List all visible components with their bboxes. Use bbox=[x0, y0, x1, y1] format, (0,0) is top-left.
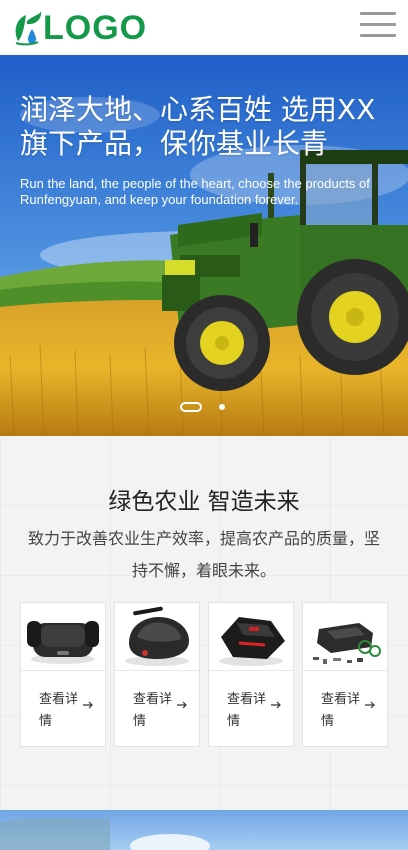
arrow-right-icon bbox=[271, 701, 281, 709]
product-image[interactable] bbox=[115, 603, 199, 671]
robot-mower-kit-image bbox=[313, 623, 381, 664]
arrow-right-icon bbox=[177, 701, 187, 709]
robot-mower-red-image bbox=[219, 617, 285, 666]
section-description: 致力于改善农业生产效率，提高农产品的质量，坚持不懈，着眼未来。 bbox=[28, 529, 381, 580]
product-card[interactable]: 查看详情 bbox=[114, 602, 200, 747]
hamburger-menu-icon[interactable] bbox=[360, 12, 396, 38]
banner-subtitle: Run the land, the people of the heart, c… bbox=[20, 176, 370, 207]
logo[interactable]: LOGO bbox=[12, 8, 147, 48]
menu-bar bbox=[360, 23, 396, 26]
product-card[interactable]: 查看详情 bbox=[208, 602, 294, 747]
view-details-link[interactable]: 查看详情 bbox=[321, 689, 361, 733]
menu-bar bbox=[360, 12, 396, 15]
view-details-link[interactable]: 查看详情 bbox=[39, 689, 79, 733]
carousel-dot-active[interactable] bbox=[180, 402, 202, 412]
view-details-link[interactable]: 查看详情 bbox=[227, 689, 267, 733]
product-image[interactable] bbox=[21, 603, 105, 671]
robot-mower-front-image bbox=[27, 621, 99, 664]
carousel-pagination bbox=[0, 401, 408, 413]
banner-title: 润泽大地、心系百姓 选用XX 旗下产品，保你基业长青 bbox=[20, 93, 400, 161]
menu-bar bbox=[360, 34, 396, 37]
intro-section: 绿色农业 智造未来 致力于改善农业生产效率，提高农产品的质量，坚持不懈，着眼未来… bbox=[0, 436, 408, 810]
landscape-image bbox=[0, 810, 408, 850]
section-title: 绿色农业 智造未来 bbox=[108, 489, 300, 515]
view-details-link[interactable]: 查看详情 bbox=[133, 689, 173, 733]
product-image[interactable] bbox=[209, 603, 293, 671]
leaf-drop-icon bbox=[15, 11, 42, 46]
product-card[interactable]: 查看详情 bbox=[20, 602, 106, 747]
banner-title-line2: 旗下产品，保你基业长青 bbox=[20, 127, 329, 160]
carousel-dot[interactable] bbox=[219, 404, 225, 410]
robot-mower-angle-image bbox=[125, 606, 189, 666]
arrow-right-icon bbox=[83, 701, 93, 709]
product-list: 查看详情 查看详情 查看详情 查看详情 bbox=[20, 602, 388, 747]
hero-banner[interactable]: 润泽大地、心系百姓 选用XX 旗下产品，保你基业长青 Run the land,… bbox=[0, 55, 408, 436]
site-header: LOGO bbox=[0, 0, 408, 55]
next-section-banner bbox=[0, 810, 408, 850]
arrow-right-icon bbox=[365, 701, 375, 709]
product-image[interactable] bbox=[303, 603, 387, 671]
banner-title-line1: 润泽大地、心系百姓 选用XX bbox=[20, 93, 376, 126]
product-card[interactable]: 查看详情 bbox=[302, 602, 388, 747]
logo-text: LOGO bbox=[43, 9, 148, 47]
